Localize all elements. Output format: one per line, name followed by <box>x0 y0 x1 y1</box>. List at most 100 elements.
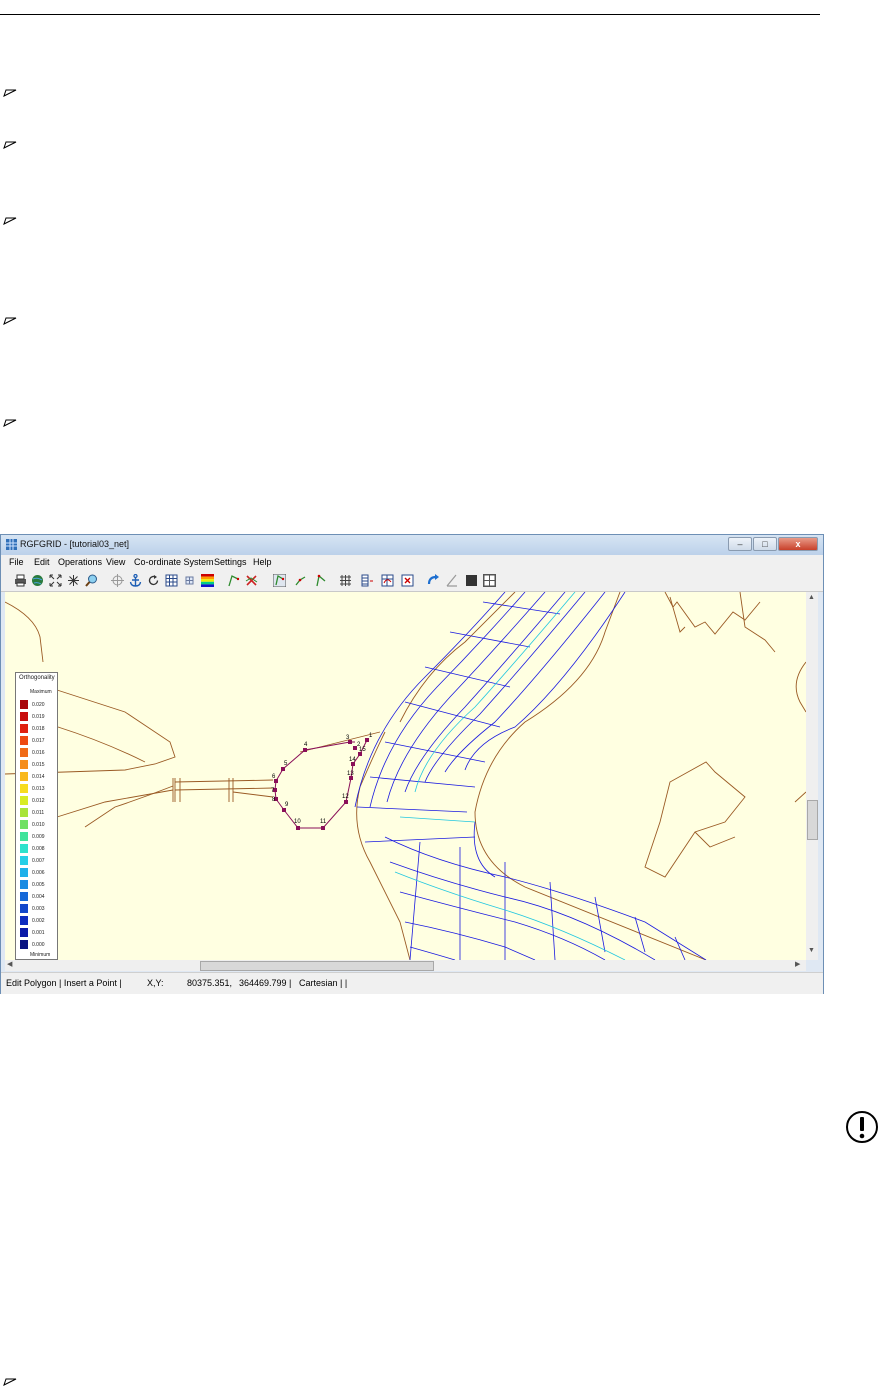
legend-title: Orthogonality <box>19 675 55 681</box>
curvilinear-grid <box>354 592 707 960</box>
legend-label: 0.001 <box>32 930 45 936</box>
zoom-to-center-icon[interactable] <box>67 574 80 587</box>
legend-max-label: Maximum <box>30 689 52 695</box>
color-legend: Orthogonality Maximum 0.020 0.019 0.018 0.0… <box>15 672 58 960</box>
colorbar-icon[interactable] <box>201 574 214 587</box>
grid-small-icon[interactable] <box>183 574 196 587</box>
legend-swatch <box>20 808 28 817</box>
grid-point-icon[interactable] <box>401 574 414 587</box>
polygon-vertex[interactable] <box>321 826 325 830</box>
ruler-icon[interactable] <box>445 574 458 587</box>
polygon-vertex-label: 9 <box>285 802 289 808</box>
menu-file[interactable]: File <box>9 557 24 567</box>
menu-view[interactable]: View <box>106 557 125 567</box>
polygon-vertex-label: 12 <box>342 794 349 800</box>
dark-square-icon[interactable] <box>465 574 478 587</box>
legend-swatch <box>20 916 28 925</box>
legend-swatch <box>20 940 28 949</box>
polygon-vertex[interactable] <box>281 767 285 771</box>
grid-from-splines-icon[interactable] <box>339 574 352 587</box>
polygon-vertex[interactable] <box>344 800 348 804</box>
bullet-arrow-icon <box>3 89 17 97</box>
legend-label: 0.013 <box>32 786 45 792</box>
legend-swatch <box>20 700 28 709</box>
vertical-scrollbar[interactable]: ▲ ▼ <box>806 592 818 960</box>
legend-label: 0.014 <box>32 774 45 780</box>
grid-refine-icon[interactable] <box>361 574 374 587</box>
polygon-new-icon[interactable] <box>273 574 286 587</box>
menu-operations[interactable]: Operations <box>58 557 102 567</box>
horizontal-scroll-thumb[interactable] <box>200 961 434 971</box>
menu-coordinate-system[interactable]: Co-ordinate System <box>134 557 214 567</box>
polygon-vertex[interactable] <box>296 826 300 830</box>
menu-help[interactable]: Help <box>253 557 272 567</box>
legend-label: 0.006 <box>32 870 45 876</box>
menu-settings[interactable]: Settings <box>214 557 247 567</box>
scroll-down-icon[interactable]: ▼ <box>808 947 815 954</box>
map-canvas[interactable]: 1 2 3 4 5 6 7 8 9 10 11 12 13 14 15 Orthogonality Maxi… <box>5 592 806 960</box>
legend-swatch <box>20 904 28 913</box>
windows-grid-icon[interactable] <box>483 574 496 587</box>
polygon-move-icon[interactable] <box>314 574 327 587</box>
title-bar[interactable]: RGFGRID - [tutorial03_net] – □ x <box>1 535 823 555</box>
bullet-arrow-icon <box>3 1378 17 1386</box>
legend-swatch <box>20 772 28 781</box>
legend-swatch <box>20 760 28 769</box>
polygon-vertex-label: 10 <box>294 819 301 825</box>
legend-label: 0.020 <box>32 702 45 708</box>
legend-swatch <box>20 748 28 757</box>
crosshair-icon[interactable] <box>111 574 124 587</box>
legend-swatch <box>20 712 28 721</box>
legend-swatch <box>20 844 28 853</box>
anchor-icon[interactable] <box>129 574 142 587</box>
legend-swatch <box>20 880 28 889</box>
status-x-value: 80375.351, <box>187 978 233 988</box>
zoom-glass-icon[interactable] <box>85 574 98 587</box>
legend-label: 0.019 <box>32 714 45 720</box>
legend-label: 0.004 <box>32 894 45 900</box>
rgfgrid-window: RGFGRID - [tutorial03_net] – □ x File Ed… <box>0 534 824 994</box>
spline-delete-icon[interactable] <box>245 574 258 587</box>
close-button[interactable]: x <box>778 537 818 551</box>
maximize-button[interactable]: □ <box>753 537 777 551</box>
legend-min-label: Minimum <box>30 952 51 958</box>
grid-orthogonalize-icon[interactable] <box>381 574 394 587</box>
legend-label: 0.010 <box>32 822 45 828</box>
legend-label: 0.011 <box>32 810 45 816</box>
scroll-up-icon[interactable]: ▲ <box>808 594 815 601</box>
redo-icon[interactable] <box>427 574 440 587</box>
legend-label: 0.009 <box>32 834 45 840</box>
toolbar <box>1 570 823 592</box>
page-header-rule <box>0 14 820 15</box>
legend-label: 0.003 <box>32 906 45 912</box>
polygon-vertex[interactable] <box>303 748 307 752</box>
exclamation-icon <box>846 1111 878 1143</box>
globe-icon[interactable] <box>31 574 44 587</box>
refresh-icon[interactable] <box>147 574 160 587</box>
spline-new-icon[interactable] <box>227 574 240 587</box>
scroll-right-icon[interactable]: ▶ <box>795 960 800 968</box>
polygon-edit-icon[interactable] <box>294 574 307 587</box>
scroll-left-icon[interactable]: ◀ <box>7 960 12 968</box>
legend-label: 0.000 <box>32 942 45 948</box>
zoom-extents-icon[interactable] <box>49 574 62 587</box>
vertical-scroll-thumb[interactable] <box>807 800 818 840</box>
legend-label: 0.008 <box>32 846 45 852</box>
horizontal-scrollbar[interactable]: ◀ ▶ <box>5 960 806 971</box>
menu-edit[interactable]: Edit <box>34 557 50 567</box>
polygon-vertex-label: 11 <box>320 819 327 825</box>
print-icon[interactable] <box>14 574 27 587</box>
legend-label: 0.015 <box>32 762 45 768</box>
grid-view-icon[interactable] <box>165 574 178 587</box>
bullet-arrow-icon <box>3 217 17 225</box>
legend-swatch <box>20 928 28 937</box>
legend-label: 0.005 <box>32 882 45 888</box>
minimize-button[interactable]: – <box>728 537 752 551</box>
bullet-arrow-icon <box>3 317 17 325</box>
polygon-vertex[interactable] <box>282 808 286 812</box>
legend-label: 0.016 <box>32 750 45 756</box>
polygon-vertex-label: 15 <box>359 747 366 753</box>
legend-label: 0.017 <box>32 738 45 744</box>
status-coordinate-system: Cartesian | | <box>299 978 348 988</box>
app-icon <box>6 539 17 550</box>
